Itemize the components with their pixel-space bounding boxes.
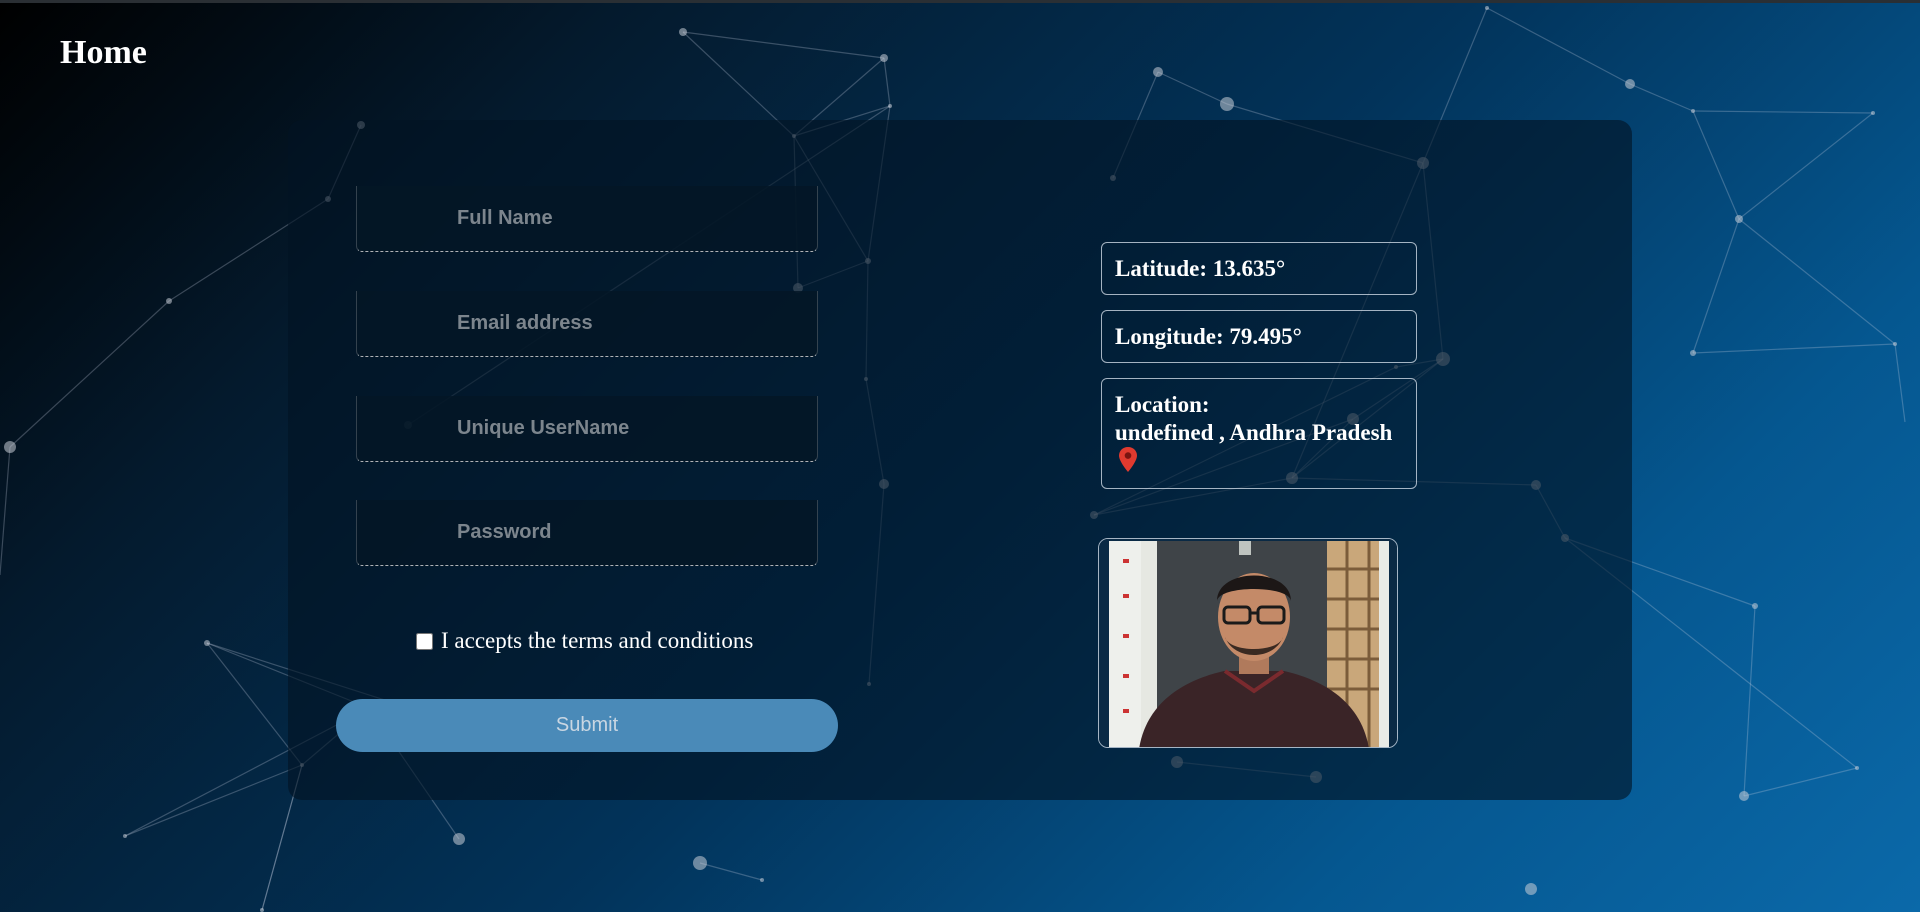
network-line [124,764,303,837]
email-input[interactable] [357,291,817,356]
network-node [453,833,465,845]
network-node [1893,342,1897,346]
network-line [699,862,763,881]
network-line [1629,83,1694,112]
webcam-preview [1098,538,1398,748]
network-node [1525,883,1537,895]
network-node [123,834,127,838]
network-node [1855,766,1859,770]
network-line [1894,343,1906,423]
network-line [1738,218,1896,345]
password-field[interactable] [356,500,818,566]
network-line [1486,7,1631,85]
network-node [679,28,687,36]
network-line [0,446,11,576]
username-field[interactable] [356,396,818,462]
webcam-image [1099,539,1397,747]
network-line [682,31,885,59]
location-label: Location: [1115,392,1210,417]
network-node [1153,67,1163,77]
network-node [204,640,210,646]
network-line [1738,112,1874,220]
network-node [1625,79,1635,89]
map-pin-icon [1119,447,1137,480]
network-node [1871,111,1875,115]
network-line [1743,605,1756,797]
network-node [4,441,16,453]
latitude-box: Latitude: 13.635° [1101,242,1417,295]
email-field[interactable] [356,291,818,357]
network-node [760,878,764,882]
top-border [0,0,1920,3]
network-node [260,908,264,912]
network-line [1692,343,1896,354]
page-title: Home [60,34,147,71]
network-line [1692,110,1740,220]
network-line [1692,110,1874,114]
network-node [693,856,707,870]
network-node [1220,97,1234,111]
longitude-box: Longitude: 79.495° [1101,310,1417,363]
network-line [1743,767,1858,797]
network-node [166,298,172,304]
full-name-input[interactable] [357,186,817,251]
network-node [888,104,892,108]
network-node [1485,6,1489,10]
location-value: undefined , Andhra Pradesh [1115,420,1393,445]
latitude-text: Latitude: 13.635° [1115,256,1286,281]
terms-label: I accepts the terms and conditions [441,628,754,653]
network-line [1692,218,1740,354]
network-node [1690,350,1696,356]
network-node [880,54,888,62]
username-input[interactable] [357,396,817,461]
longitude-text: Longitude: 79.495° [1115,324,1302,349]
full-name-field[interactable] [356,186,818,252]
password-input[interactable] [357,500,817,565]
location-box: Location: undefined , Andhra Pradesh [1101,378,1417,489]
terms-row[interactable]: I accepts the terms and conditions [414,628,753,654]
network-node [1735,215,1743,223]
network-node [1752,603,1758,609]
network-line [1157,71,1228,105]
network-line [9,300,170,448]
terms-checkbox[interactable] [416,632,433,650]
submit-button[interactable]: Submit [336,699,838,752]
network-node [1739,791,1749,801]
network-node [1691,109,1695,113]
network-line [883,57,891,107]
